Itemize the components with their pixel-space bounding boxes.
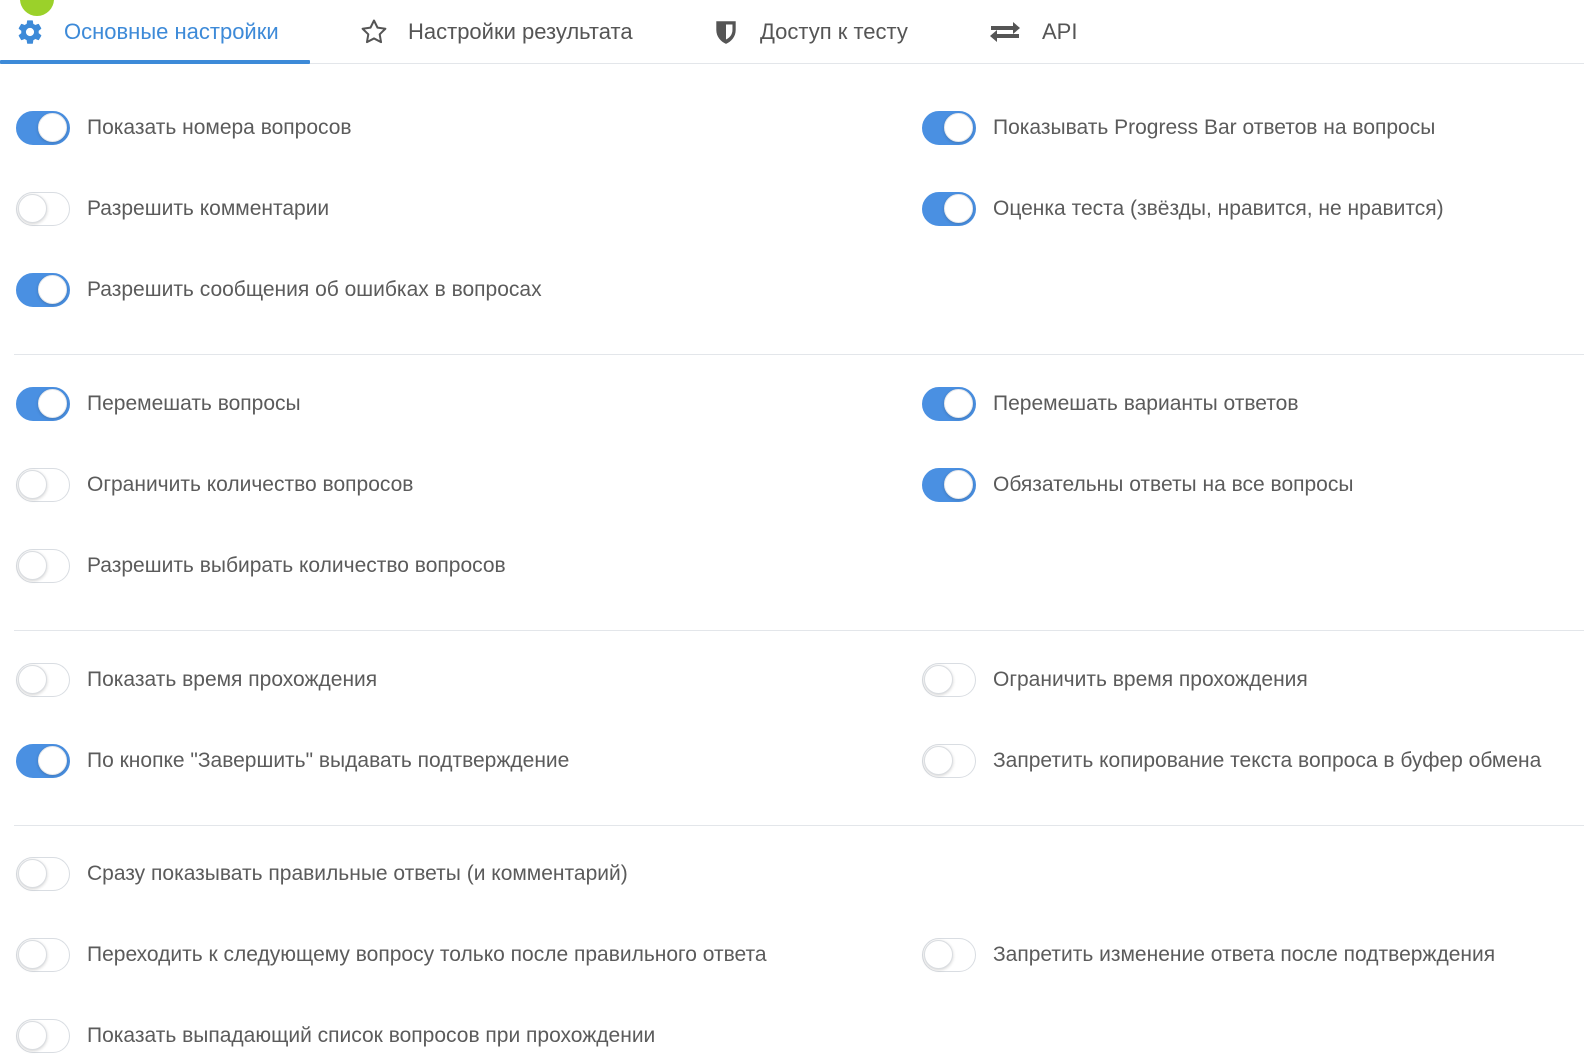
toggle-switch[interactable] xyxy=(922,663,976,697)
toggle-knob xyxy=(18,551,47,580)
toggle-switch[interactable] xyxy=(16,663,70,697)
setting-shuffle-answers[interactable]: Перемешать варианты ответов xyxy=(922,382,1299,426)
setting-label: Показать время прохождения xyxy=(87,668,378,691)
toggle-switch[interactable] xyxy=(16,549,70,583)
toggle-knob xyxy=(38,389,67,418)
setting-label: Разрешить сообщения об ошибках в вопроса… xyxy=(87,278,542,301)
setting-show-progress-bar[interactable]: Показывать Progress Bar ответов на вопро… xyxy=(922,106,1435,150)
toggle-knob xyxy=(38,746,67,775)
active-tab-indicator xyxy=(0,60,310,64)
tab-api[interactable]: API xyxy=(986,0,1077,64)
setting-limit-time[interactable]: Ограничить время прохождения xyxy=(922,658,1308,702)
toggle-switch[interactable] xyxy=(16,1019,70,1053)
toggle-knob xyxy=(924,940,953,969)
toggle-knob xyxy=(38,275,67,304)
tab-result-settings[interactable]: Настройки результата xyxy=(358,0,633,64)
tab-basic-settings[interactable]: Основные настройки xyxy=(14,0,279,64)
setting-next-after-correct[interactable]: Переходить к следующему вопросу только п… xyxy=(16,933,767,977)
star-icon xyxy=(358,16,390,48)
toggle-knob xyxy=(18,194,47,223)
toggle-switch[interactable] xyxy=(922,468,976,502)
setting-forbid-copy[interactable]: Запретить копирование текста вопроса в б… xyxy=(922,739,1541,783)
setting-label: Показать номера вопросов xyxy=(87,116,352,139)
toggle-knob xyxy=(944,389,973,418)
setting-show-question-numbers[interactable]: Показать номера вопросов xyxy=(16,106,352,150)
toggle-knob xyxy=(924,665,953,694)
setting-show-correct-answers[interactable]: Сразу показывать правильные ответы (и ко… xyxy=(16,852,628,896)
toggle-switch[interactable] xyxy=(16,111,70,145)
setting-shuffle-questions[interactable]: Перемешать вопросы xyxy=(16,382,301,426)
setting-finish-confirmation[interactable]: По кнопке "Завершить" выдавать подтвержд… xyxy=(16,739,569,783)
setting-label: Ограничить время прохождения xyxy=(993,668,1308,691)
toggle-switch[interactable] xyxy=(16,857,70,891)
setting-label: Перемешать вопросы xyxy=(87,392,301,415)
setting-label: Сразу показывать правильные ответы (и ко… xyxy=(87,862,628,885)
toggle-knob xyxy=(944,194,973,223)
tab-test-access[interactable]: Доступ к тесту xyxy=(710,0,908,64)
setting-allow-error-reports[interactable]: Разрешить сообщения об ошибках в вопроса… xyxy=(16,268,542,312)
toggle-knob xyxy=(18,859,47,888)
setting-required-answers[interactable]: Обязательны ответы на все вопросы xyxy=(922,463,1353,507)
setting-label: Перемешать варианты ответов xyxy=(993,392,1299,415)
toggle-knob xyxy=(924,746,953,775)
exchange-arrows-icon xyxy=(986,16,1024,48)
settings-page: Основные настройки Настройки результата … xyxy=(0,0,1584,1062)
toggle-knob xyxy=(18,940,47,969)
section-divider xyxy=(14,825,1584,826)
toggle-knob xyxy=(944,470,973,499)
toggle-switch[interactable] xyxy=(922,387,976,421)
toggle-switch[interactable] xyxy=(16,273,70,307)
toggle-knob xyxy=(944,113,973,142)
toggle-switch[interactable] xyxy=(16,938,70,972)
shield-icon xyxy=(710,16,742,48)
toggle-switch[interactable] xyxy=(16,387,70,421)
setting-test-rating[interactable]: Оценка теста (звёзды, нравится, не нрави… xyxy=(922,187,1444,231)
setting-forbid-answer-change[interactable]: Запретить изменение ответа после подтвер… xyxy=(922,933,1495,977)
setting-allow-comments[interactable]: Разрешить комментарии xyxy=(16,187,329,231)
setting-label: Показывать Progress Bar ответов на вопро… xyxy=(993,116,1436,139)
setting-label: Разрешить комментарии xyxy=(87,197,330,220)
toggle-switch[interactable] xyxy=(922,744,976,778)
tab-label: Доступ к тесту xyxy=(760,19,908,44)
toggle-switch[interactable] xyxy=(16,468,70,502)
setting-limit-question-count[interactable]: Ограничить количество вопросов xyxy=(16,463,413,507)
toggle-knob xyxy=(18,470,47,499)
tab-label: Основные настройки xyxy=(64,19,279,44)
setting-label: Переходить к следующему вопросу только п… xyxy=(87,943,767,966)
toggle-switch[interactable] xyxy=(16,192,70,226)
setting-label: Запретить изменение ответа после подтвер… xyxy=(993,943,1496,966)
section-divider xyxy=(14,630,1584,631)
toggle-knob xyxy=(18,665,47,694)
setting-allow-choose-question-count[interactable]: Разрешить выбирать количество вопросов xyxy=(16,544,506,588)
setting-label: Ограничить количество вопросов xyxy=(87,473,414,496)
setting-label: Разрешить выбирать количество вопросов xyxy=(87,554,506,577)
section-divider xyxy=(14,354,1584,355)
setting-label: По кнопке "Завершить" выдавать подтвержд… xyxy=(87,749,570,772)
toggle-switch[interactable] xyxy=(16,744,70,778)
toggle-knob xyxy=(38,113,67,142)
gear-icon xyxy=(14,16,46,48)
setting-label: Показать выпадающий список вопросов при … xyxy=(87,1024,656,1047)
setting-label: Запретить копирование текста вопроса в б… xyxy=(993,749,1542,772)
tab-label: Настройки результата xyxy=(408,19,633,44)
toggle-switch[interactable] xyxy=(922,192,976,226)
setting-question-dropdown[interactable]: Показать выпадающий список вопросов при … xyxy=(16,1014,655,1058)
toggle-switch[interactable] xyxy=(922,938,976,972)
setting-label: Оценка теста (звёзды, нравится, не нрави… xyxy=(993,197,1444,220)
setting-show-elapsed-time[interactable]: Показать время прохождения xyxy=(16,658,377,702)
tab-label: API xyxy=(1042,19,1078,44)
toggle-switch[interactable] xyxy=(922,111,976,145)
tab-bar: Основные настройки Настройки результата … xyxy=(0,0,1584,64)
toggle-knob xyxy=(18,1021,47,1050)
setting-label: Обязательны ответы на все вопросы xyxy=(993,473,1354,496)
